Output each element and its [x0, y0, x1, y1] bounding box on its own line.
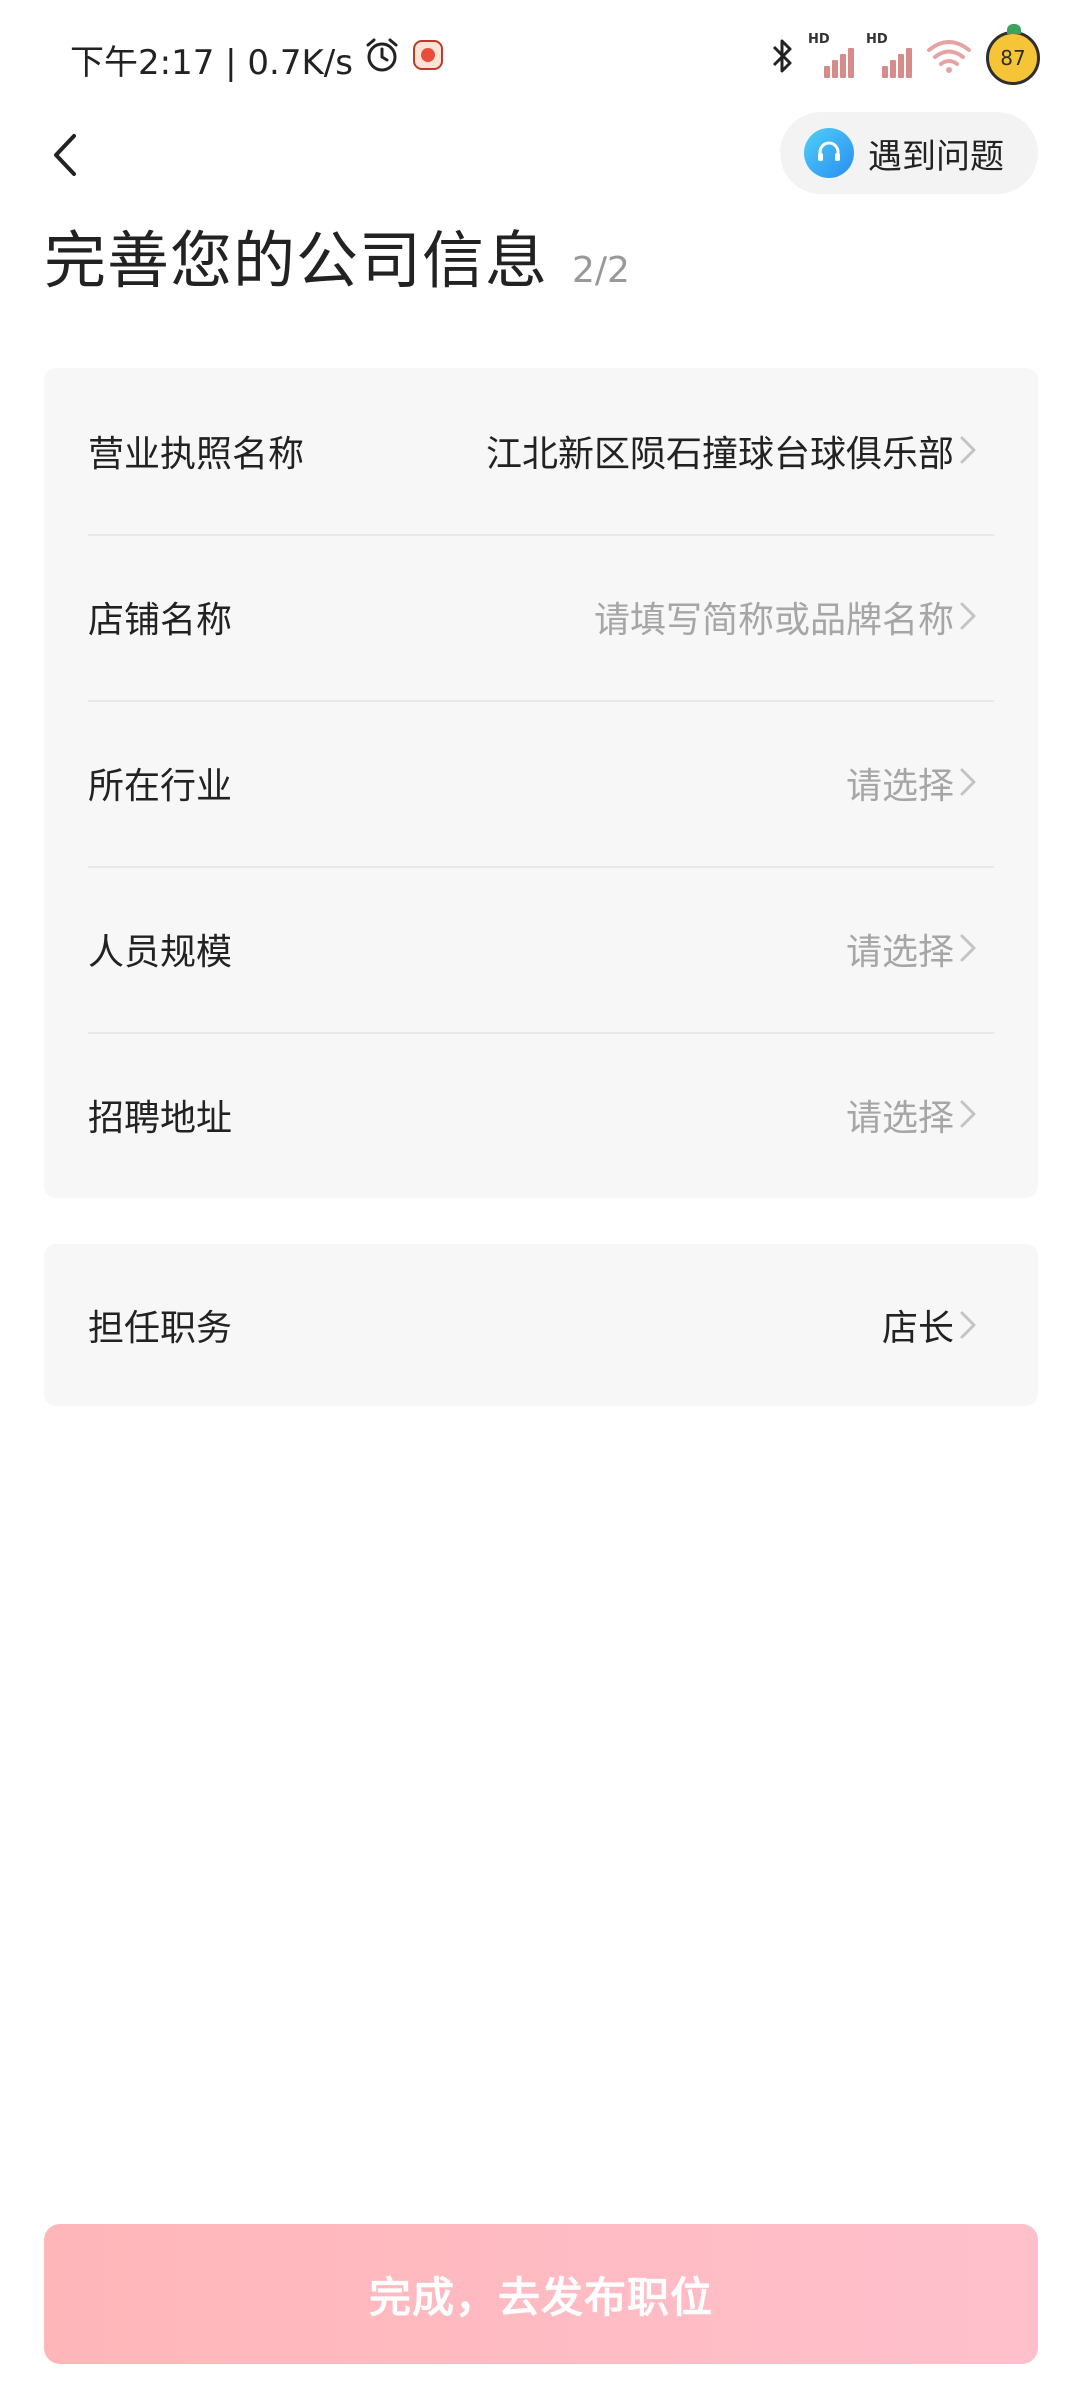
form-row-store-name[interactable]: 店铺名称 请填写简称或品牌名称: [88, 534, 994, 700]
row-label: 人员规模: [88, 932, 233, 973]
status-right: HD HD 87: [768, 24, 1040, 88]
row-value: 店长: [881, 1308, 954, 1349]
chevron-right-icon: [960, 768, 976, 796]
back-button[interactable]: [30, 120, 100, 190]
row-label: 所在行业: [88, 766, 233, 807]
hd-label: HD: [866, 32, 888, 47]
status-bar: 下午2:17 | 0.7K/s HD HD 87: [0, 0, 1080, 110]
submit-label: 完成，去发布职位: [368, 2272, 713, 2322]
signal-icon: HD: [866, 32, 912, 78]
row-label: 店铺名称: [88, 600, 233, 641]
form-row-staff-size[interactable]: 人员规模 请选择: [88, 866, 994, 1032]
row-label: 招聘地址: [88, 1098, 233, 1139]
hd-label: HD: [808, 32, 830, 47]
row-label: 营业执照名称: [88, 434, 305, 475]
chevron-right-icon: [960, 436, 976, 464]
row-placeholder: 请选择: [845, 766, 954, 807]
row-placeholder: 请选择: [845, 1098, 954, 1139]
chevron-right-icon: [960, 934, 976, 962]
alarm-icon: [363, 36, 401, 83]
help-button[interactable]: 遇到问题: [780, 112, 1038, 194]
row-label: 担任职务: [88, 1308, 233, 1349]
step-indicator: 2/2: [572, 250, 630, 291]
form-row-position[interactable]: 担任职务 店长: [88, 1244, 994, 1406]
page-title: 完善您的公司信息: [44, 224, 549, 297]
status-time-speed: 下午2:17 | 0.7K/s: [70, 42, 353, 83]
app-notification-icon: [411, 38, 445, 81]
headset-icon: [804, 128, 854, 178]
battery-level: 87: [1000, 46, 1026, 70]
page: 下午2:17 | 0.7K/s HD HD 87 遇到问题 完善您的公司信息 2…: [0, 0, 1080, 2400]
title-row: 完善您的公司信息 2/2: [44, 210, 630, 310]
chevron-left-icon: [54, 134, 76, 176]
help-label: 遇到问题: [868, 136, 1004, 177]
submit-button[interactable]: 完成，去发布职位: [44, 2224, 1038, 2364]
battery-icon: 87: [986, 24, 1040, 85]
chevron-right-icon: [960, 602, 976, 630]
wifi-icon: [926, 36, 972, 80]
bluetooth-icon: [768, 36, 796, 80]
company-info-card: 营业执照名称 江北新区陨石撞球台球俱乐部 店铺名称 请填写简称或品牌名称 所在行…: [44, 368, 1038, 1198]
position-card: 担任职务 店长: [44, 1244, 1038, 1406]
chevron-right-icon: [960, 1311, 976, 1339]
signal-icon: HD: [808, 32, 854, 78]
form-row-industry[interactable]: 所在行业 请选择: [88, 700, 994, 866]
status-left: 下午2:17 | 0.7K/s: [70, 32, 445, 86]
chevron-right-icon: [960, 1100, 976, 1128]
row-placeholder: 请选择: [845, 932, 954, 973]
form-row-license-name[interactable]: 营业执照名称 江北新区陨石撞球台球俱乐部: [88, 368, 994, 534]
row-placeholder: 请填写简称或品牌名称: [593, 600, 954, 641]
form-row-recruit-address[interactable]: 招聘地址 请选择: [88, 1032, 994, 1198]
row-value: 江北新区陨石撞球台球俱乐部: [485, 434, 954, 475]
